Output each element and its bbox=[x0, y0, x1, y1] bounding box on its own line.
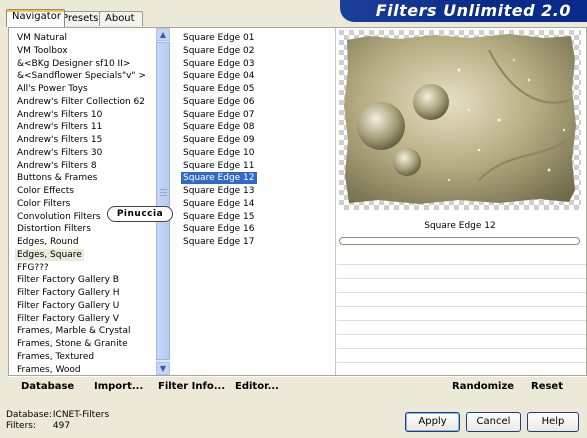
database-label: Database: bbox=[6, 410, 52, 420]
category-item[interactable]: Distortion Filters bbox=[15, 223, 93, 235]
filters-label: Filters: bbox=[6, 421, 37, 431]
category-item[interactable]: Edges, Square bbox=[15, 248, 84, 261]
cancel-button[interactable]: Cancel bbox=[466, 412, 521, 432]
help-button[interactable]: Help bbox=[527, 412, 579, 432]
grip-line bbox=[160, 189, 167, 190]
category-item[interactable]: Andrew's Filters 10 bbox=[15, 109, 104, 121]
category-item[interactable]: Color Filters bbox=[15, 198, 72, 210]
filter-item[interactable]: Square Edge 07 bbox=[181, 109, 257, 121]
grip-line bbox=[160, 192, 167, 193]
category-item[interactable]: &<Sandflower Specials"v" > bbox=[15, 70, 148, 82]
category-list[interactable]: VM Natural VM Toolbox &<BKg Designer sf10 … bbox=[9, 28, 154, 375]
filter-item[interactable]: Square Edge 14 bbox=[181, 198, 257, 210]
category-item[interactable]: Frames, Textured bbox=[15, 351, 96, 363]
category-item[interactable]: Filter Factory Gallery B bbox=[15, 274, 121, 286]
category-item[interactable]: Filter Factory Gallery H bbox=[15, 287, 122, 299]
parameter-row[interactable] bbox=[337, 334, 586, 335]
grip-line bbox=[160, 195, 167, 196]
preview-image bbox=[339, 30, 581, 210]
editor-button[interactable]: Editor... bbox=[235, 381, 279, 392]
category-item[interactable]: Andrew's Filters 11 bbox=[15, 121, 104, 133]
category-item[interactable]: Andrew's Filter Collection 62 bbox=[15, 96, 147, 108]
filter-item[interactable]: Square Edge 15 bbox=[181, 211, 257, 223]
filter-list[interactable]: Square Edge 01 Square Edge 02 Square Edge … bbox=[174, 28, 334, 375]
tab-navigator[interactable]: Navigator bbox=[6, 9, 65, 27]
filter-item[interactable]: Square Edge 13 bbox=[181, 185, 257, 197]
filter-item[interactable]: Square Edge 17 bbox=[181, 236, 257, 248]
category-item[interactable]: Frames, Marble & Crystal bbox=[15, 325, 132, 337]
category-item[interactable]: Color Effects bbox=[15, 185, 76, 197]
apply-button[interactable]: Apply bbox=[405, 412, 460, 432]
status-info: Database: ICNET-Filters Filters: 497 bbox=[6, 410, 109, 432]
filters-count: 497 bbox=[52, 421, 71, 431]
scrollbar-thumb[interactable] bbox=[156, 42, 170, 360]
filter-info-button[interactable]: Filter Info... bbox=[158, 381, 225, 392]
scroll-up-arrow-icon[interactable]: ▲ bbox=[156, 28, 170, 41]
parameter-row[interactable] bbox=[337, 292, 586, 293]
title-banner: Filters Unlimited 2.0 bbox=[340, 0, 587, 22]
tab-about[interactable]: About bbox=[99, 11, 143, 26]
category-scrollbar[interactable]: ▲ ▼ bbox=[156, 28, 170, 375]
category-item[interactable]: VM Natural bbox=[15, 32, 69, 44]
navigator-panel: VM Natural VM Toolbox &<BKg Designer sf10 … bbox=[8, 27, 587, 376]
filter-item[interactable]: Square Edge 12 bbox=[181, 172, 257, 185]
category-item[interactable]: Convolution Filters bbox=[15, 211, 103, 223]
database-button[interactable]: Database bbox=[21, 381, 74, 392]
parameter-row[interactable] bbox=[337, 306, 586, 307]
filter-item[interactable]: Square Edge 08 bbox=[181, 121, 257, 133]
filter-item[interactable]: Square Edge 04 bbox=[181, 70, 257, 82]
category-item[interactable]: Frames, Wood bbox=[15, 364, 83, 376]
category-item[interactable]: FFG??? bbox=[15, 262, 51, 274]
category-item[interactable]: Andrew's Filters 15 bbox=[15, 134, 104, 146]
filter-item[interactable]: Square Edge 11 bbox=[181, 160, 257, 172]
filter-item[interactable]: Square Edge 10 bbox=[181, 147, 257, 159]
watermark-label: Pinuccia bbox=[107, 206, 173, 222]
preview-svg bbox=[339, 30, 581, 210]
category-item[interactable]: Filter Factory Gallery V bbox=[15, 313, 121, 325]
filter-item[interactable]: Square Edge 16 bbox=[181, 223, 257, 235]
bottom-toolbar: Database Import... Filter Info... Editor… bbox=[8, 376, 587, 400]
filter-item[interactable]: Square Edge 09 bbox=[181, 134, 257, 146]
progress-bar bbox=[339, 237, 580, 245]
panel-divider bbox=[335, 28, 336, 375]
database-value: ICNET-Filters bbox=[52, 410, 110, 420]
filter-item[interactable]: Square Edge 06 bbox=[181, 96, 257, 108]
preview-filter-name: Square Edge 12 bbox=[424, 221, 496, 231]
category-item[interactable]: Frames, Stone & Granite bbox=[15, 338, 130, 350]
filter-item[interactable]: Square Edge 05 bbox=[181, 83, 257, 95]
filter-item[interactable]: Square Edge 01 bbox=[181, 32, 257, 44]
category-item[interactable]: Andrew's Filters 8 bbox=[15, 160, 99, 172]
randomize-button[interactable]: Randomize bbox=[452, 381, 514, 392]
category-item[interactable]: &<BKg Designer sf10 II> bbox=[15, 58, 132, 70]
category-item[interactable]: Buttons & Frames bbox=[15, 172, 99, 184]
parameter-row[interactable] bbox=[337, 348, 586, 349]
parameter-row[interactable] bbox=[337, 278, 586, 279]
reset-button[interactable]: Reset bbox=[531, 381, 563, 392]
category-item[interactable]: Andrew's Filters 30 bbox=[15, 147, 104, 159]
category-item[interactable]: VM Toolbox bbox=[15, 45, 70, 57]
scroll-down-arrow-icon[interactable]: ▼ bbox=[156, 362, 170, 375]
category-item[interactable]: Filter Factory Gallery U bbox=[15, 300, 121, 312]
import-button[interactable]: Import... bbox=[94, 381, 143, 392]
filter-item[interactable]: Square Edge 03 bbox=[181, 58, 257, 70]
filter-item[interactable]: Square Edge 02 bbox=[181, 45, 257, 57]
parameter-row[interactable] bbox=[337, 320, 586, 321]
parameter-row[interactable] bbox=[337, 264, 586, 265]
category-item[interactable]: All's Power Toys bbox=[15, 83, 90, 95]
banner-title: Filters Unlimited 2.0 bbox=[375, 1, 571, 20]
parameter-row[interactable] bbox=[337, 362, 586, 363]
category-item[interactable]: Edges, Round bbox=[15, 236, 81, 248]
